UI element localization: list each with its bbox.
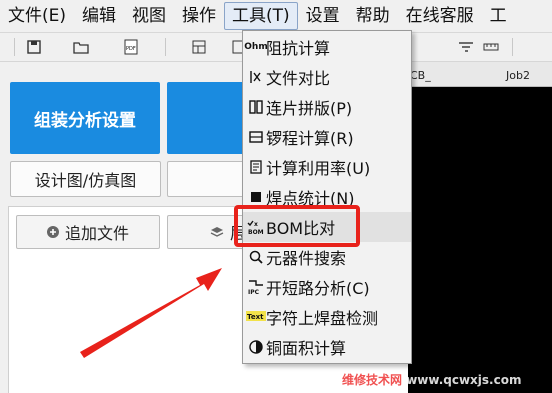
canvas-view[interactable] [408,87,552,393]
menu-item-file-compare[interactable]: 文件对比 [243,62,411,92]
panel-icon [246,97,266,117]
svg-text:Text: Text [247,313,264,321]
ohm-icon: Ohm [244,42,268,52]
layout-icon[interactable] [188,37,210,57]
watermark: 汽车维修技术网 www.qcwxjs.com [318,371,521,388]
menu-item-route-calc[interactable]: 锣程计算(R) [243,122,411,152]
menu-edit[interactable]: 编辑 [74,2,124,30]
add-file-label: 追加文件 [64,224,129,243]
menu-item-impedance[interactable]: Ohm 阻抗计算 [243,32,411,62]
copper-icon [246,337,266,357]
filter-icon[interactable] [455,37,477,57]
menu-item-text-on-pad[interactable]: Text 字符上焊盘检测 [243,302,411,332]
tab-job2[interactable]: Job2 [506,66,530,86]
search-icon [246,247,266,267]
open-folder-icon[interactable] [70,37,92,57]
toolbar-separator [14,38,15,56]
menu-settings[interactable]: 设置 [298,2,348,30]
ipc-icon: IPC [246,277,266,297]
tab-cb[interactable]: CB_ [410,66,431,86]
menu-online-service[interactable]: 在线客服 [398,2,482,30]
svg-text:PDF: PDF [126,46,136,52]
svg-text:IPC: IPC [248,289,260,296]
menu-tools[interactable]: 工具(T) [224,2,298,30]
job-tabs: CB_ Job2 [408,62,552,87]
solder-icon [246,187,266,207]
pdf-icon[interactable]: PDF [120,37,142,57]
menu-bar: 文件(E) 编辑 视图 操作 工具(T) 设置 帮助 在线客服 工 [0,0,552,33]
watermark-prefix: 汽车 [318,373,343,387]
app-window: 文件(E) 编辑 视图 操作 工具(T) 设置 帮助 在线客服 工 PDF 组装… [0,0,552,393]
menu-operate[interactable]: 操作 [174,2,224,30]
design-simulation-button[interactable]: 设计图/仿真图 [10,161,161,197]
menu-file[interactable]: 文件(E) [0,2,74,30]
menu-help[interactable]: 帮助 [348,2,398,30]
menu-item-utilization[interactable]: 计算利用率(U) [243,152,411,182]
menu-more[interactable]: 工 [482,2,515,30]
menu-item-short-open-analysis[interactable]: IPC 开短路分析(C) [243,272,411,302]
menu-view[interactable]: 视图 [124,2,174,30]
tools-menu-dropdown: Ohm 阻抗计算 文件对比 连片拼版(P) 锣程计算(R) 计算利用率(U) 焊… [242,30,412,364]
add-file-button[interactable]: 追加文件 [16,215,160,249]
watermark-url: www.qcwxjs.com [406,373,522,387]
text-icon: Text [246,307,266,327]
route-icon [246,127,266,147]
toolbar-separator [512,38,513,56]
layers-icon [210,223,224,242]
assembly-analysis-settings-button[interactable]: 组装分析设置 [10,82,160,154]
menu-item-copper-area[interactable]: 铜面积计算 [243,332,411,362]
ruler-icon[interactable] [480,37,502,57]
watermark-brand: 维修技术网 [342,373,403,387]
usage-icon [246,157,266,177]
toolbar-separator [165,38,166,56]
bom-highlight-box [234,205,360,247]
plus-circle-icon [46,223,59,242]
compare-icon [246,67,266,87]
save-icon[interactable] [23,37,45,57]
menu-item-panelize[interactable]: 连片拼版(P) [243,92,411,122]
